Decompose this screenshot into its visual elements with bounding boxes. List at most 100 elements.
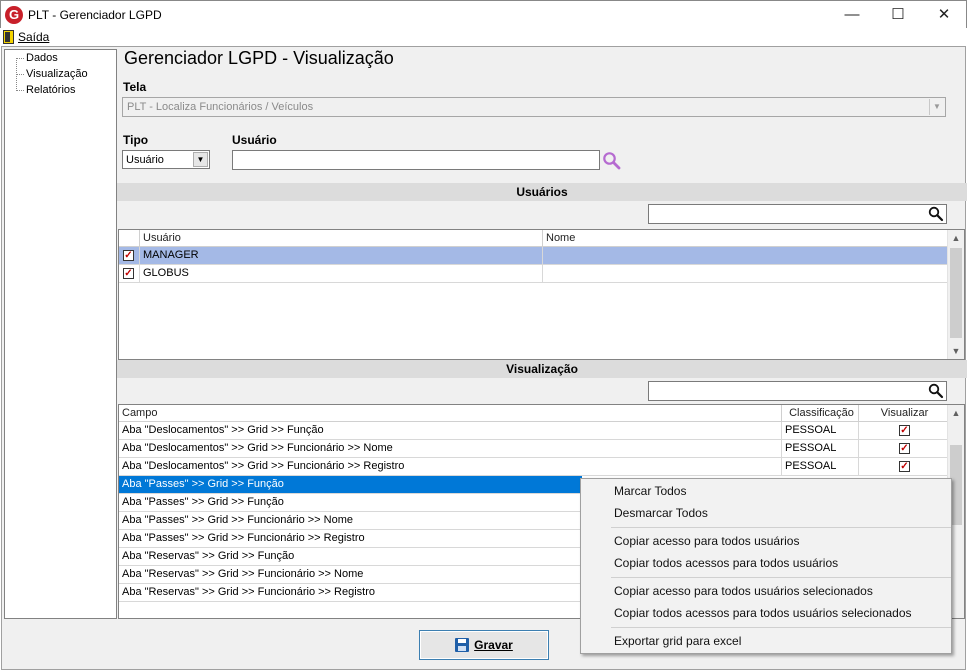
header-cell-campo[interactable]: Campo <box>119 405 782 422</box>
menu-saida-label: Saída <box>18 30 50 44</box>
minimize-button[interactable]: — <box>829 1 875 29</box>
cell-visualizar: ✓ <box>859 422 947 439</box>
tela-combobox[interactable]: PLT - Localiza Funcionários / Veículos ▼ <box>122 97 946 117</box>
menu-item-copiar-todos-acessos-selecionados[interactable]: Copiar todos acessos para todos usuários… <box>614 604 912 622</box>
tree-item-dados[interactable]: Dados <box>26 52 58 64</box>
menu-item-exportar-excel[interactable]: Exportar grid para excel <box>614 632 741 650</box>
tree-connector <box>16 90 24 91</box>
menu-separator <box>611 577 951 578</box>
menu-item-marcar-todos[interactable]: Marcar Todos <box>614 482 686 500</box>
usuarios-filter-input[interactable] <box>648 204 947 224</box>
table-row[interactable]: Aba "Deslocamentos" >> Grid >> Função PE… <box>119 422 947 440</box>
tela-value: PLT - Localiza Funcionários / Veículos <box>127 101 314 113</box>
cell-visualizar: ✓ <box>859 458 947 475</box>
cell-nome <box>543 265 947 282</box>
usuario-label: Usuário <box>232 133 277 147</box>
scroll-down-icon[interactable]: ▼ <box>948 343 964 359</box>
cell-classificacao: PESSOAL <box>782 422 859 439</box>
cell-usuario: MANAGER <box>140 247 543 264</box>
cell-visualizar: ✓ <box>859 440 947 457</box>
cell-usuario: GLOBUS <box>140 265 543 282</box>
maximize-button[interactable]: ☐ <box>875 1 921 29</box>
cell-campo: Aba "Deslocamentos" >> Grid >> Funcionár… <box>119 458 782 475</box>
tela-label: Tela <box>123 80 147 94</box>
cell-campo: Aba "Reservas" >> Grid >> Funcionário >>… <box>122 568 364 580</box>
cell-campo: Aba "Reservas" >> Grid >> Função <box>122 550 295 562</box>
menu-separator <box>611 627 951 628</box>
menu-item-copiar-acesso-todos[interactable]: Copiar acesso para todos usuários <box>614 532 799 550</box>
scroll-thumb[interactable] <box>950 248 962 338</box>
scroll-up-icon[interactable]: ▲ <box>948 230 964 246</box>
table-row[interactable]: ✓ MANAGER <box>119 247 947 265</box>
cell-classificacao: PESSOAL <box>782 440 859 457</box>
checkbox[interactable]: ✓ <box>899 443 910 454</box>
navigation-tree: Dados Visualização Relatórios <box>4 49 117 619</box>
table-row[interactable]: Aba "Deslocamentos" >> Grid >> Funcionár… <box>119 440 947 458</box>
tree-connector <box>16 74 24 75</box>
chevron-down-icon[interactable]: ▼ <box>193 152 208 167</box>
magnifier-icon[interactable] <box>928 383 944 402</box>
header-cell-classificacao[interactable]: Classificação <box>782 405 859 422</box>
row-check-cell: ✓ <box>119 265 140 282</box>
usuarios-section-header: Usuários <box>117 183 967 201</box>
tipo-label: Tipo <box>123 133 149 147</box>
scroll-up-icon[interactable]: ▲ <box>948 405 964 421</box>
usuarios-grid[interactable]: Usuário Nome ✓ MANAGER ✓ GLOBUS ▲ ▼ <box>118 229 965 360</box>
table-row[interactable]: Aba "Passes" >> Grid >> Funcionário >> R… <box>119 530 582 548</box>
menu-item-copiar-todos-acessos-todos[interactable]: Copiar todos acessos para todos usuários <box>614 554 838 572</box>
cell-campo: Aba "Passes" >> Grid >> Funcionário >> N… <box>122 514 353 526</box>
menu-item-desmarcar-todos[interactable]: Desmarcar Todos <box>614 504 708 522</box>
table-row[interactable]: Aba "Reservas" >> Grid >> Funcionário >>… <box>119 584 582 602</box>
checkbox[interactable]: ✓ <box>123 250 134 261</box>
cell-campo: Aba "Deslocamentos" >> Grid >> Função <box>119 422 782 439</box>
checkbox[interactable]: ✓ <box>123 268 134 279</box>
table-row[interactable]: Aba "Passes" >> Grid >> Funcionário >> N… <box>119 512 582 530</box>
visualizacao-grid-header: Campo Classificação Visualizar <box>119 405 947 422</box>
chevron-down-icon[interactable]: ▼ <box>929 99 944 115</box>
table-row[interactable]: Aba "Reservas" >> Grid >> Funcionário >>… <box>119 566 582 584</box>
usuarios-scrollbar[interactable]: ▲ ▼ <box>947 230 964 359</box>
search-icon[interactable] <box>602 151 622 171</box>
checkbox[interactable]: ✓ <box>899 461 910 472</box>
table-row[interactable]: Aba "Deslocamentos" >> Grid >> Funcionár… <box>119 458 947 476</box>
cell-campo: Aba "Passes" >> Grid >> Funcionário >> R… <box>122 532 365 544</box>
cell-campo: Aba "Passes" >> Grid >> Função <box>122 496 284 508</box>
header-cell-visualizar[interactable]: Visualizar <box>859 405 947 422</box>
tree-connector <box>16 58 24 59</box>
close-button[interactable]: ✕ <box>921 1 967 29</box>
floppy-disk-icon <box>455 638 470 652</box>
cell-classificacao: PESSOAL <box>782 458 859 475</box>
cell-nome <box>543 247 947 264</box>
table-row[interactable]: Aba "Passes" >> Grid >> Função <box>119 494 582 512</box>
checkbox[interactable]: ✓ <box>899 425 910 436</box>
context-menu: Marcar Todos Desmarcar Todos Copiar aces… <box>580 478 952 654</box>
header-cell-usuario[interactable]: Usuário <box>140 230 543 247</box>
menu-item-copiar-acesso-selecionados[interactable]: Copiar acesso para todos usuários seleci… <box>614 582 873 600</box>
menu-saida[interactable]: Saída <box>3 29 49 45</box>
table-row[interactable]: Aba "Reservas" >> Grid >> Função <box>119 548 582 566</box>
visualizacao-section-header: Visualização <box>117 360 967 378</box>
tipo-select[interactable]: Usuário ▼ <box>122 150 210 169</box>
table-row[interactable]: ✓ GLOBUS <box>119 265 947 283</box>
header-cell-nome[interactable]: Nome <box>543 230 947 247</box>
window-title: PLT - Gerenciador LGPD <box>28 8 162 22</box>
usuario-input[interactable] <box>232 150 600 170</box>
visualizacao-filter-input[interactable] <box>648 381 947 401</box>
gravar-button[interactable]: Gravar <box>419 630 549 660</box>
cell-campo: Aba "Passes" >> Grid >> Função <box>122 478 284 490</box>
tree-item-visualizacao[interactable]: Visualização <box>26 68 88 80</box>
page-title: Gerenciador LGPD - Visualização <box>124 48 394 68</box>
window-titlebar: G PLT - Gerenciador LGPD — ☐ ✕ <box>0 0 967 28</box>
tipo-value: Usuário <box>126 154 164 166</box>
cell-campo: Aba "Reservas" >> Grid >> Funcionário >>… <box>122 586 375 598</box>
door-exit-icon <box>3 30 14 44</box>
table-row[interactable]: Aba "Passes" >> Grid >> Função <box>119 476 582 494</box>
gravar-button-label: Gravar <box>474 638 513 652</box>
tree-item-relatorios[interactable]: Relatórios <box>26 84 76 96</box>
app-logo-icon: G <box>5 6 23 24</box>
cell-campo: Aba "Deslocamentos" >> Grid >> Funcionár… <box>119 440 782 457</box>
header-cell-check <box>119 230 140 247</box>
row-check-cell: ✓ <box>119 247 140 264</box>
magnifier-icon[interactable] <box>928 206 944 225</box>
usuarios-grid-header: Usuário Nome <box>119 230 947 247</box>
